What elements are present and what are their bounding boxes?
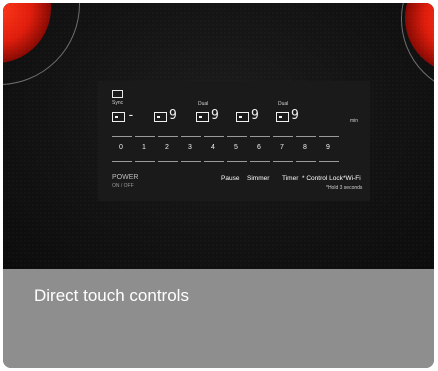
burner-ring-right [401, 3, 434, 95]
power-button[interactable]: POWER [112, 174, 138, 181]
power-sublabel: ON / OFF [112, 183, 134, 189]
burner-left [3, 3, 51, 63]
burner-right [405, 3, 434, 73]
slider-step[interactable]: 7 [273, 136, 295, 162]
slider-step[interactable]: 6 [250, 136, 272, 162]
slider-step[interactable]: 5 [227, 136, 249, 162]
zone-icon [196, 112, 209, 122]
zone-level: 9 [251, 108, 259, 123]
dual-label-1: Dual [198, 101, 209, 107]
slider-step[interactable]: 4 [204, 136, 226, 162]
sync-label: Sync [112, 100, 124, 106]
simmer-button[interactable]: Simmer [247, 175, 269, 182]
caption-band [3, 269, 434, 368]
slider-step[interactable]: 9 [319, 136, 341, 162]
burner-ring-left [3, 3, 80, 85]
slider-step[interactable]: 3 [181, 136, 203, 162]
zone-icon [112, 112, 125, 122]
sync-icon[interactable] [112, 90, 123, 98]
slider-step[interactable]: 8 [296, 136, 318, 162]
slider-step[interactable]: 2 [158, 136, 180, 162]
zone-level: - [127, 108, 135, 123]
dual-label-2: Dual [278, 101, 289, 107]
zone-icon [276, 112, 289, 122]
min-label: min [350, 118, 359, 124]
timer-button[interactable]: Timer [282, 175, 298, 182]
control-lock-button[interactable]: * Control Lock [302, 175, 343, 182]
slider-step[interactable]: 0 [112, 136, 134, 162]
slider-step[interactable]: 1 [135, 136, 157, 162]
zone-icon [154, 112, 167, 122]
zone-icon [236, 112, 249, 122]
image-card: Sync Dual Dual min - 9 9 9 9 0 1 2 3 4 5… [3, 3, 434, 368]
touch-control-panel: Sync Dual Dual min - 9 9 9 9 0 1 2 3 4 5… [98, 81, 370, 201]
zone-level: 9 [291, 108, 299, 123]
power-level-slider[interactable]: 0 1 2 3 4 5 6 7 8 9 [112, 136, 342, 162]
caption-text: Direct touch controls [34, 286, 189, 305]
zone-level: 9 [211, 108, 219, 123]
cooktop-glass: Sync Dual Dual min - 9 9 9 9 0 1 2 3 4 5… [3, 3, 434, 269]
zone-level: 9 [169, 108, 177, 123]
hold-note: *Hold 3 seconds [326, 185, 363, 191]
pause-button[interactable]: Pause [221, 175, 239, 182]
wifi-button[interactable]: *Wi-Fi [343, 175, 361, 182]
